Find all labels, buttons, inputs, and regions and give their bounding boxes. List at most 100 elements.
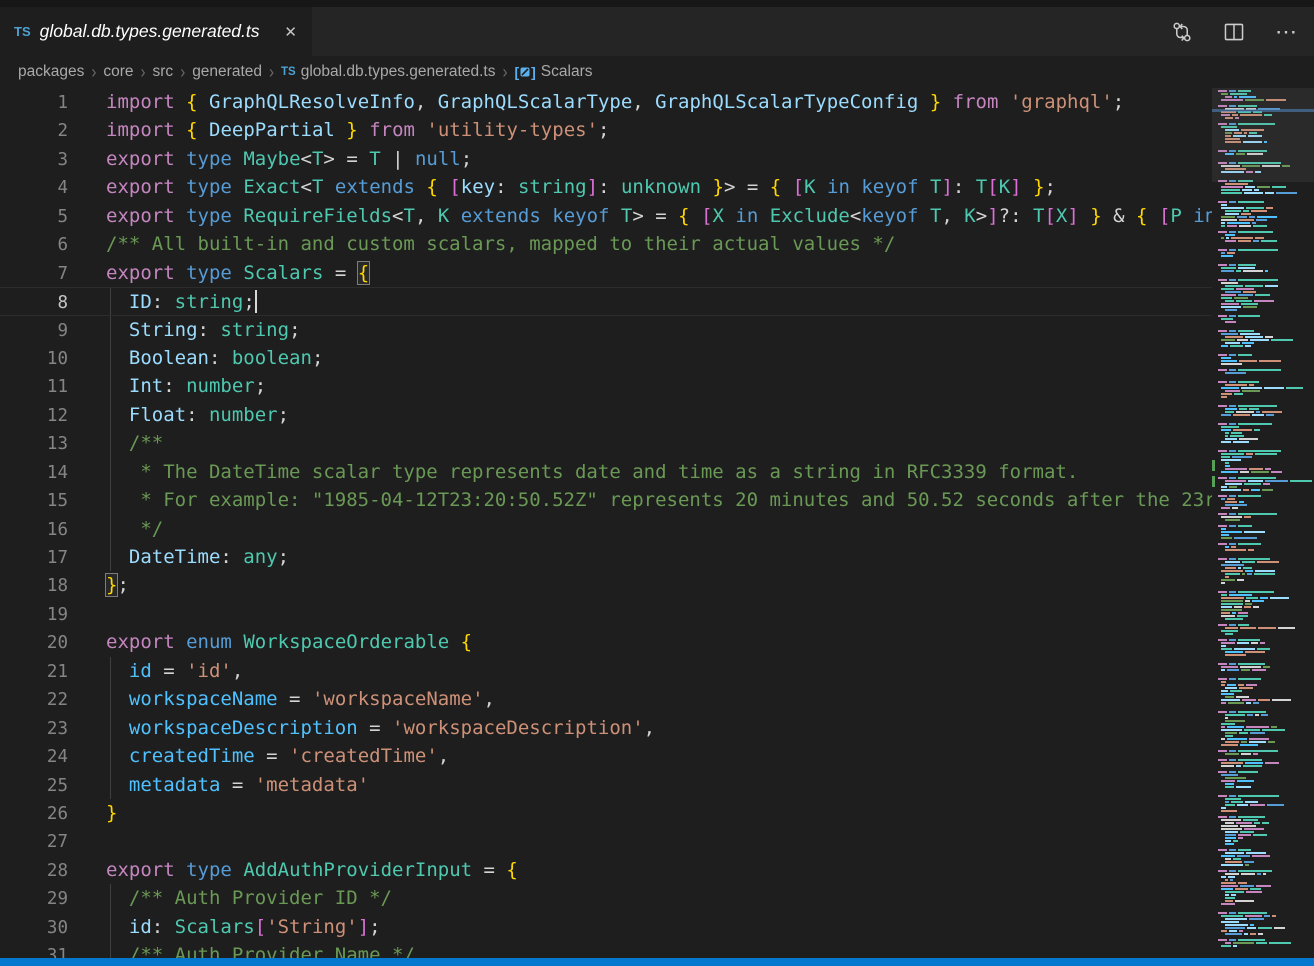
minimap-line [1218,471,1312,473]
minimap-line [1218,720,1312,722]
code-line[interactable]: 14 * The DateTime scalar type represents… [0,458,1212,486]
minimap-line [1218,582,1312,584]
close-tab-icon[interactable]: ✕ [279,21,302,43]
minimap-line [1218,240,1312,242]
minimap-line [1218,939,1312,941]
line-number: 13 [0,430,68,458]
code-line[interactable]: 18}; [0,571,1212,599]
minimap-line [1218,579,1312,581]
code-line[interactable]: 12 Float: number; [0,401,1212,429]
minimap-slider[interactable] [1212,88,1314,182]
minimap-line [1218,819,1312,821]
minimap-line [1218,345,1312,347]
minimap-line [1218,651,1312,653]
code-line[interactable]: 7export type Scalars = { [0,259,1212,287]
code-line[interactable]: 29 /** Auth Provider ID */ [0,884,1212,912]
breadcrumb-item-filename[interactable]: TS global.db.types.generated.ts [281,63,495,81]
code-line[interactable]: 4export type Exact<T extends { [key: str… [0,173,1212,201]
minimap-line [1218,666,1312,668]
code-line[interactable]: 11 Int: number; [0,372,1212,400]
code-line[interactable]: 5export type RequireFields<T, K extends … [0,202,1212,230]
code-line[interactable]: 3export type Maybe<T> = T | null; [0,145,1212,173]
code-line[interactable]: 22 workspaceName = 'workspaceName', [0,685,1212,713]
minimap-line [1218,915,1312,917]
split-editor-icon[interactable] [1223,21,1245,43]
code-line[interactable]: 25 metadata = 'metadata' [0,771,1212,799]
minimap-line [1218,861,1312,863]
more-actions-icon[interactable]: ⋯ [1275,27,1298,37]
minimap-line [1218,426,1312,428]
code-text: id = 'id', [106,660,243,682]
minimap-line [1218,255,1312,257]
minimap-line [1218,870,1312,872]
code-text: id: Scalars['String']; [106,916,381,938]
line-number: 23 [0,715,68,743]
code-line[interactable]: 24 createdTime = 'createdTime', [0,742,1212,770]
minimap-content [1218,90,1312,954]
breadcrumb-item-core[interactable]: core [103,63,133,81]
minimap-line [1218,468,1312,470]
minimap-line [1218,567,1312,569]
minimap-line [1218,744,1312,746]
code-line[interactable]: 17 DateTime: any; [0,543,1212,571]
line-number: 24 [0,743,68,771]
line-number: 27 [0,828,68,856]
line-number: 16 [0,516,68,544]
minimap-line [1218,516,1312,518]
code-line[interactable]: 8 ID: string; [0,287,1212,315]
minimap-line [1218,489,1312,491]
open-changes-icon[interactable] [1171,21,1193,43]
minimap[interactable] [1212,88,1314,958]
code-text: export enum WorkspaceOrderable { [106,631,472,653]
minimap-line [1218,849,1312,851]
minimap-line [1218,570,1312,572]
minimap-line [1218,777,1312,779]
code-line[interactable]: 26} [0,799,1212,827]
code-text: export type Exact<T extends { [key: stri… [106,176,1056,198]
code-line[interactable]: 1import { GraphQLResolveInfo, GraphQLSca… [0,88,1212,116]
breadcrumb-item-scalars[interactable]: [] Scalars [514,63,592,81]
minimap-line [1218,624,1312,626]
code-line[interactable]: 13 /** [0,429,1212,457]
minimap-line [1218,645,1312,647]
code-line[interactable]: 9 String: string; [0,316,1212,344]
code-line[interactable]: 23 workspaceDescription = 'workspaceDesc… [0,714,1212,742]
minimap-line [1218,663,1312,665]
minimap-line [1218,687,1312,689]
breadcrumb-item-generated[interactable]: generated [192,63,262,81]
minimap-line [1218,903,1312,905]
tab-global-db-types[interactable]: TS global.db.types.generated.ts ✕ [0,7,312,56]
code-text: Float: number; [106,404,289,426]
minimap-line [1218,921,1312,923]
line-number: 12 [0,402,68,430]
code-line[interactable]: 31 /** Auth Provider Name */ [0,941,1212,958]
code-line[interactable]: 27 [0,827,1212,855]
breadcrumb-item-packages[interactable]: packages [18,63,84,81]
minimap-line [1218,330,1312,332]
minimap-line [1218,615,1312,617]
code-text: } [106,802,117,824]
code-line[interactable]: 21 id = 'id', [0,657,1212,685]
minimap-line [1218,390,1312,392]
code-line[interactable]: 2import { DeepPartial } from 'utility-ty… [0,116,1212,144]
code-line[interactable]: 10 Boolean: boolean; [0,344,1212,372]
minimap-line [1218,504,1312,506]
minimap-line [1218,561,1312,563]
code-text: * For example: "1985-04-12T23:20:50.52Z"… [106,489,1212,511]
minimap-line [1218,597,1312,599]
chevron-right-icon: › [180,61,185,82]
code-line[interactable]: 6/** All built-in and custom scalars, ma… [0,230,1212,258]
code-line[interactable]: 15 * For example: "1985-04-12T23:20:50.5… [0,486,1212,514]
minimap-line [1218,291,1312,293]
code-line[interactable]: 20export enum WorkspaceOrderable { [0,628,1212,656]
code-line[interactable]: 30 id: Scalars['String']; [0,913,1212,941]
code-line[interactable]: 19 [0,600,1212,628]
code-text: */ [106,518,163,540]
code-lines[interactable]: 1import { GraphQLResolveInfo, GraphQLSca… [0,88,1212,958]
minimap-line [1218,726,1312,728]
minimap-line [1218,639,1312,641]
code-line[interactable]: 28export type AddAuthProviderInput = { [0,856,1212,884]
breadcrumb-item-src[interactable]: src [153,63,174,81]
minimap-line [1218,879,1312,881]
code-line[interactable]: 16 */ [0,515,1212,543]
